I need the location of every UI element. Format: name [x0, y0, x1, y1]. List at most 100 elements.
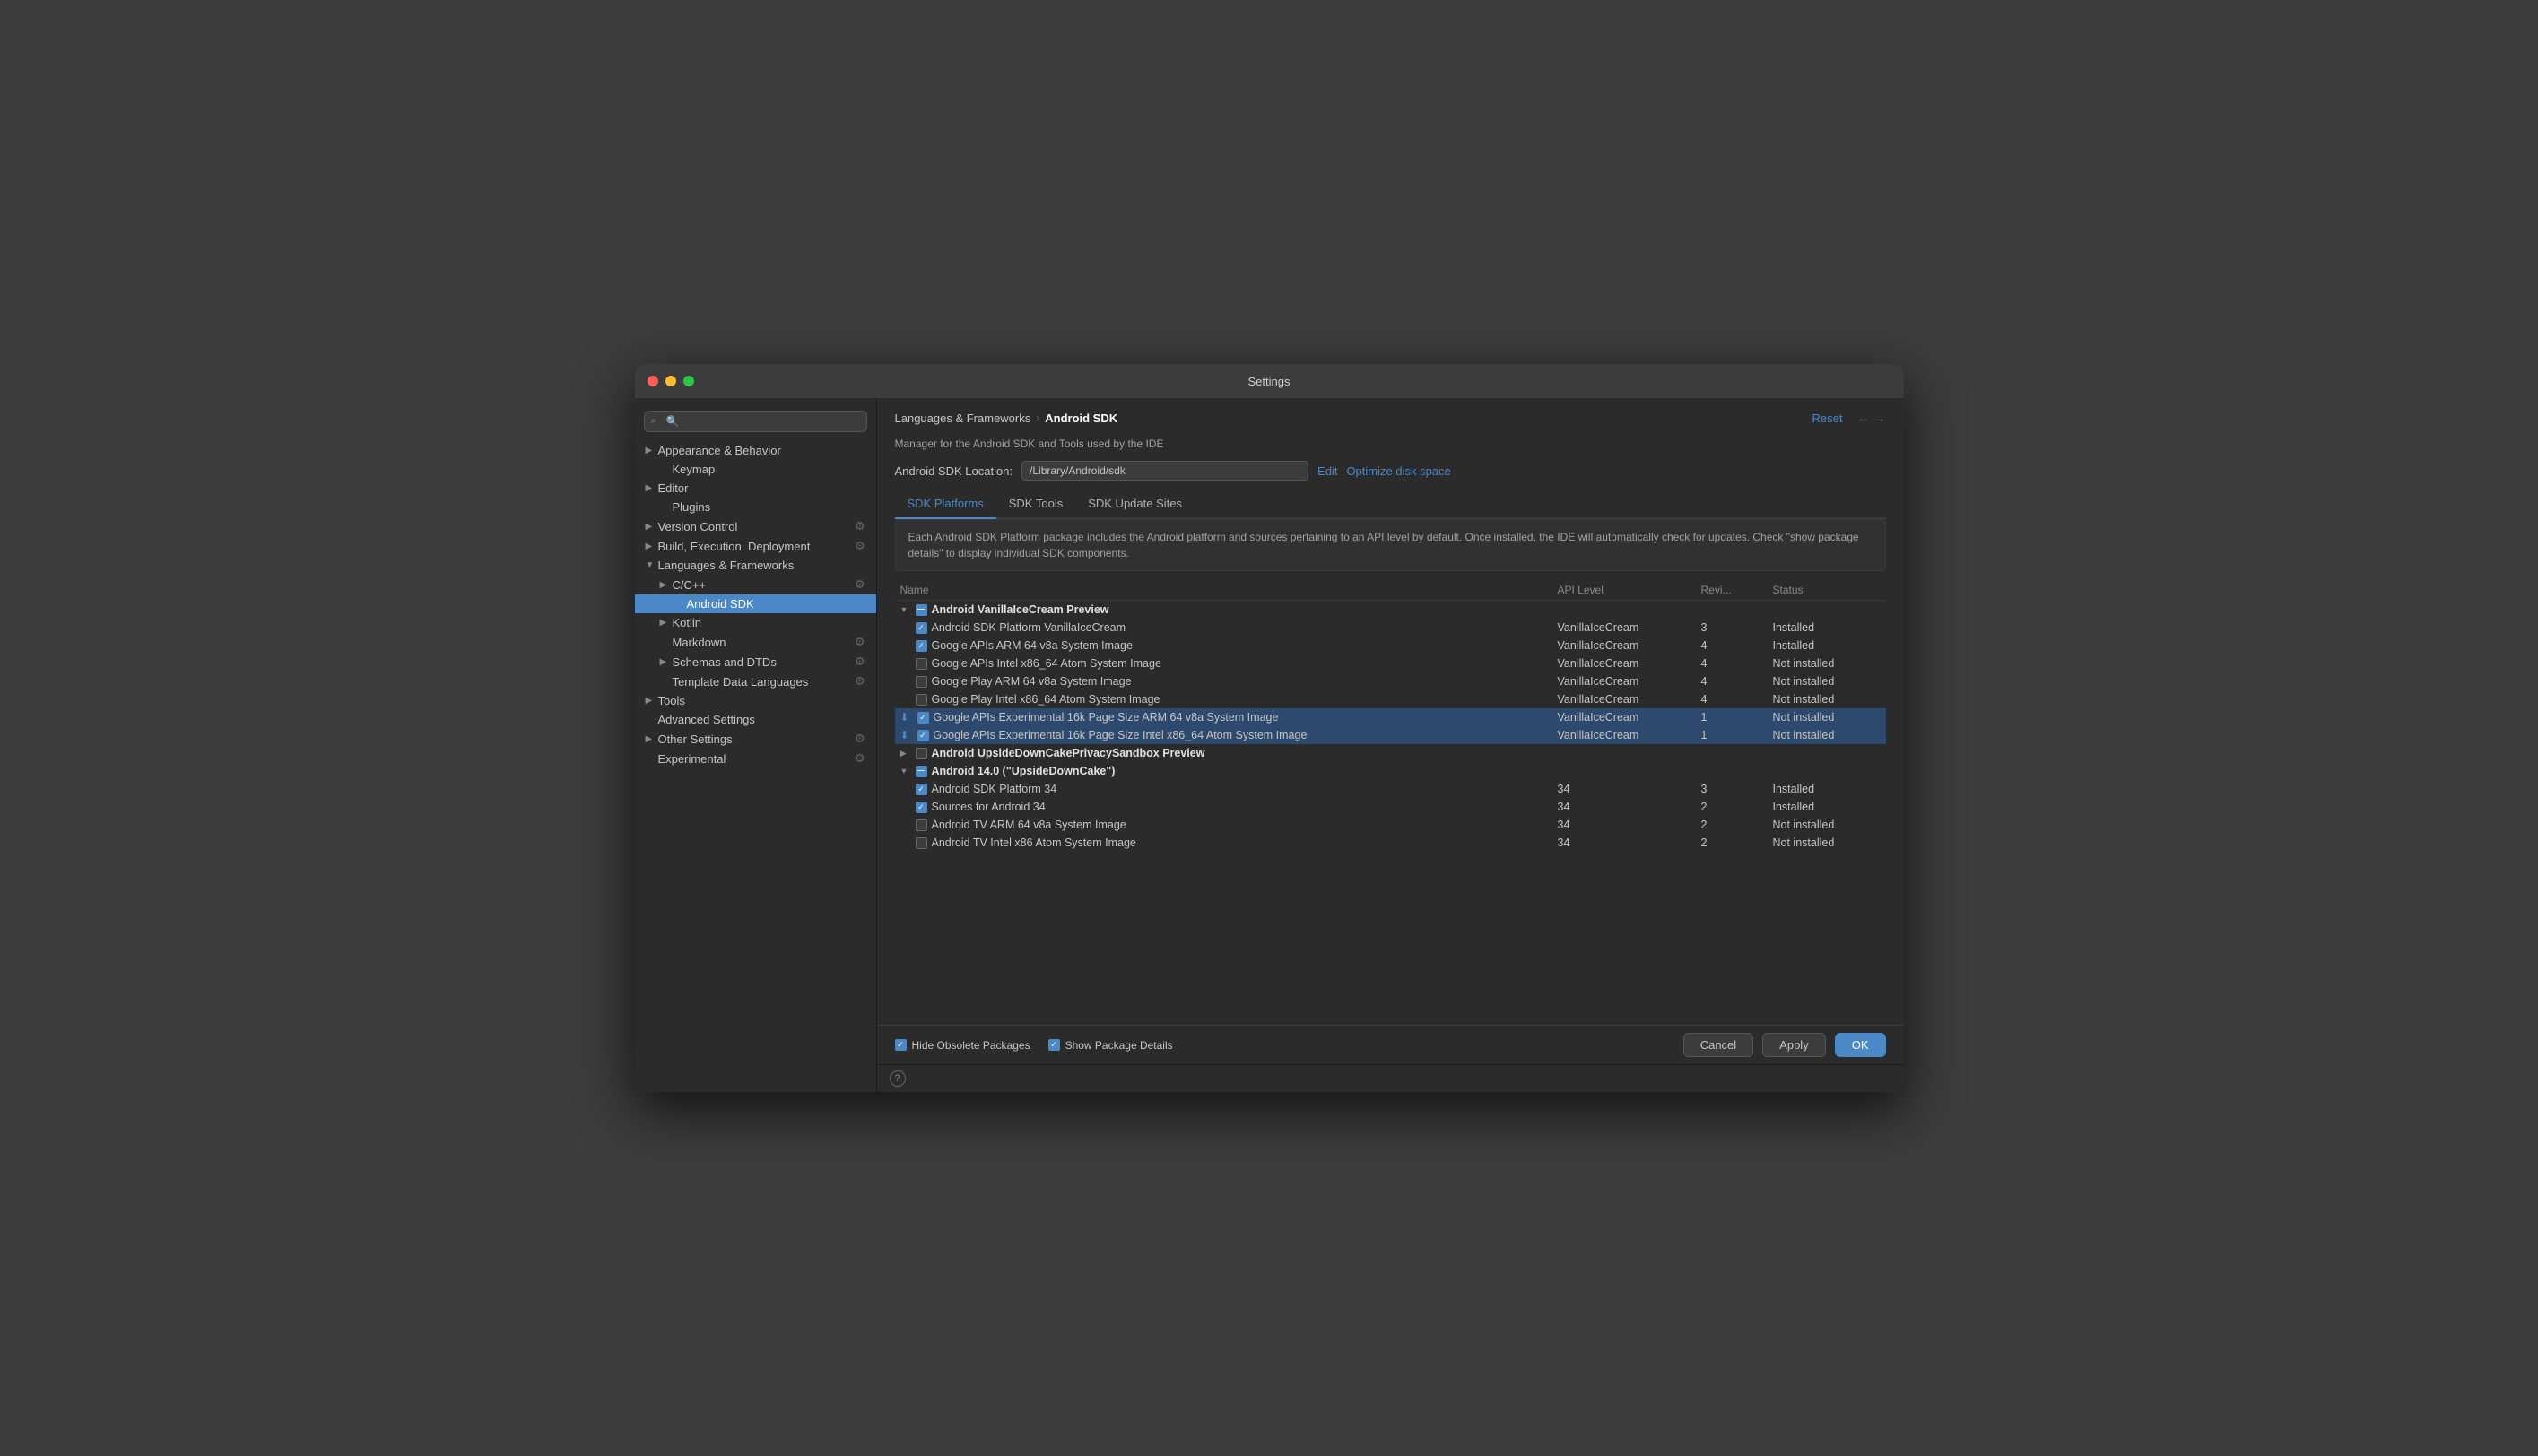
ok-button[interactable]: OK — [1835, 1033, 1886, 1057]
forward-button[interactable]: → — [1873, 411, 1886, 425]
row-label: Google Play Intel x86_64 Atom System Ima… — [932, 693, 1160, 706]
row-label: Android TV ARM 64 v8a System Image — [932, 819, 1126, 831]
table-row[interactable]: ▼ Android VanillaIceCream Preview — [895, 601, 1886, 619]
row-checkbox[interactable] — [916, 604, 927, 616]
row-label: Google Play ARM 64 v8a System Image — [932, 675, 1132, 688]
show-details-option[interactable]: Show Package Details — [1048, 1039, 1173, 1052]
sidebar-item-tools[interactable]: ▶ Tools — [635, 691, 876, 710]
table-row[interactable]: Sources for Android 34 34 2 Installed — [895, 798, 1886, 816]
optimize-button[interactable]: Optimize disk space — [1346, 464, 1450, 478]
reset-button[interactable]: Reset — [1812, 412, 1843, 425]
nav-arrows: ← → — [1857, 411, 1886, 425]
row-checkbox[interactable] — [917, 730, 929, 741]
row-checkbox[interactable] — [916, 784, 927, 795]
expand-arrow: ▼ — [646, 560, 658, 570]
row-name-cell: Sources for Android 34 — [900, 801, 1558, 813]
apply-button[interactable]: Apply — [1762, 1033, 1826, 1057]
search-input[interactable] — [644, 411, 867, 432]
sidebar-item-label: Languages & Frameworks — [658, 559, 795, 572]
edit-button[interactable]: Edit — [1317, 464, 1337, 478]
row-revision: 1 — [1701, 729, 1773, 741]
content-header: Languages & Frameworks › Android SDK Res… — [877, 398, 1904, 425]
sidebar-item-build[interactable]: ▶ Build, Execution, Deployment ⚙ — [635, 536, 876, 556]
table-row[interactable]: Google APIs Intel x86_64 Atom System Ima… — [895, 654, 1886, 672]
hide-obsolete-option[interactable]: Hide Obsolete Packages — [895, 1039, 1030, 1052]
expand-icon: ▶ — [900, 749, 911, 758]
row-revision: 4 — [1701, 693, 1773, 706]
row-api: VanillaIceCream — [1558, 693, 1701, 706]
row-checkbox[interactable] — [917, 712, 929, 724]
table-row[interactable]: ▶ Android UpsideDownCakePrivacySandbox P… — [895, 744, 1886, 762]
row-label: Android TV Intel x86 Atom System Image — [932, 836, 1136, 849]
table-row[interactable]: Google APIs ARM 64 v8a System Image Vani… — [895, 637, 1886, 654]
sidebar-item-other[interactable]: ▶ Other Settings ⚙ — [635, 729, 876, 749]
table-row[interactable]: Android SDK Platform 34 34 3 Installed — [895, 780, 1886, 798]
table-row[interactable]: ▼ Android 14.0 ("UpsideDownCake") — [895, 762, 1886, 780]
info-box: Each Android SDK Platform package includ… — [895, 519, 1886, 571]
help-button[interactable]: ? — [890, 1070, 906, 1087]
tab-sdk-platforms[interactable]: SDK Platforms — [895, 491, 996, 519]
row-checkbox[interactable] — [916, 766, 927, 777]
table-row[interactable]: ⬇ Google APIs Experimental 16k Page Size… — [895, 726, 1886, 744]
sdk-path-input[interactable] — [1021, 461, 1308, 481]
table-row[interactable]: Google Play Intel x86_64 Atom System Ima… — [895, 690, 1886, 708]
table-row[interactable]: Android TV ARM 64 v8a System Image 34 2 … — [895, 816, 1886, 834]
sidebar-item-keymap[interactable]: Keymap — [635, 460, 876, 479]
sidebar-item-label: Tools — [658, 694, 685, 707]
sdk-table: Name API Level Revi... Status ▼ Android … — [895, 580, 1886, 1012]
sidebar-item-version-control[interactable]: ▶ Version Control ⚙ — [635, 516, 876, 536]
sidebar-item-template[interactable]: Template Data Languages ⚙ — [635, 672, 876, 691]
sidebar-item-markdown[interactable]: Markdown ⚙ — [635, 632, 876, 652]
row-checkbox[interactable] — [916, 748, 927, 759]
row-status: Not installed — [1773, 836, 1881, 849]
row-checkbox[interactable] — [916, 676, 927, 688]
row-label: Google APIs Intel x86_64 Atom System Ima… — [932, 657, 1161, 670]
tab-sdk-update-sites[interactable]: SDK Update Sites — [1075, 491, 1195, 519]
row-checkbox[interactable] — [916, 819, 927, 831]
row-revision: 2 — [1701, 801, 1773, 813]
footer: ? — [877, 1064, 1904, 1092]
row-revision: 4 — [1701, 639, 1773, 652]
row-name-cell: Google APIs Intel x86_64 Atom System Ima… — [900, 657, 1558, 670]
sidebar-item-android-sdk[interactable]: Android SDK — [635, 594, 876, 613]
sidebar-item-cpp[interactable]: ▶ C/C++ ⚙ — [635, 575, 876, 594]
hide-obsolete-checkbox[interactable] — [895, 1039, 907, 1051]
row-name-cell: ▶ Android UpsideDownCakePrivacySandbox P… — [900, 747, 1558, 759]
table-row[interactable]: Android SDK Platform VanillaIceCream Van… — [895, 619, 1886, 637]
show-details-checkbox[interactable] — [1048, 1039, 1060, 1051]
sidebar-item-editor[interactable]: ▶ Editor — [635, 479, 876, 498]
sidebar-item-experimental[interactable]: Experimental ⚙ — [635, 749, 876, 768]
sidebar-item-kotlin[interactable]: ▶ Kotlin — [635, 613, 876, 632]
back-button[interactable]: ← — [1857, 411, 1870, 425]
table-row[interactable]: Android TV Intel x86 Atom System Image 3… — [895, 834, 1886, 852]
col-api: API Level — [1558, 584, 1701, 596]
row-checkbox[interactable] — [916, 658, 927, 670]
row-checkbox[interactable] — [916, 694, 927, 706]
row-name-cell: Google APIs ARM 64 v8a System Image — [900, 639, 1558, 652]
table-row[interactable]: ⬇ Google APIs Experimental 16k Page Size… — [895, 708, 1886, 726]
sidebar-item-plugins[interactable]: Plugins — [635, 498, 876, 516]
sidebar-item-languages[interactable]: ▼ Languages & Frameworks — [635, 556, 876, 575]
maximize-button[interactable] — [683, 376, 694, 386]
minimize-button[interactable] — [665, 376, 676, 386]
sidebar-item-appearance[interactable]: ▶ Appearance & Behavior — [635, 441, 876, 460]
row-checkbox[interactable] — [916, 837, 927, 849]
close-button[interactable] — [648, 376, 658, 386]
table-row[interactable]: Google Play ARM 64 v8a System Image Vani… — [895, 672, 1886, 690]
row-status: Not installed — [1773, 657, 1881, 670]
row-checkbox[interactable] — [916, 802, 927, 813]
row-status: Not installed — [1773, 819, 1881, 831]
row-checkbox[interactable] — [916, 622, 927, 634]
sidebar-item-label: Appearance & Behavior — [658, 444, 781, 457]
sidebar-item-label: Editor — [658, 481, 689, 495]
settings-window: Settings ⌕ ▶ Appearance & Behavior Keyma… — [635, 364, 1904, 1092]
row-checkbox[interactable] — [916, 640, 927, 652]
cancel-button[interactable]: Cancel — [1683, 1033, 1753, 1057]
sidebar-item-advanced[interactable]: Advanced Settings — [635, 710, 876, 729]
row-revision: 2 — [1701, 819, 1773, 831]
col-name: Name — [900, 584, 1558, 596]
tab-sdk-tools[interactable]: SDK Tools — [996, 491, 1075, 519]
sidebar-item-schemas[interactable]: ▶ Schemas and DTDs ⚙ — [635, 652, 876, 672]
sidebar: ⌕ ▶ Appearance & Behavior Keymap ▶ Edito… — [635, 398, 877, 1092]
row-api: 34 — [1558, 836, 1701, 849]
